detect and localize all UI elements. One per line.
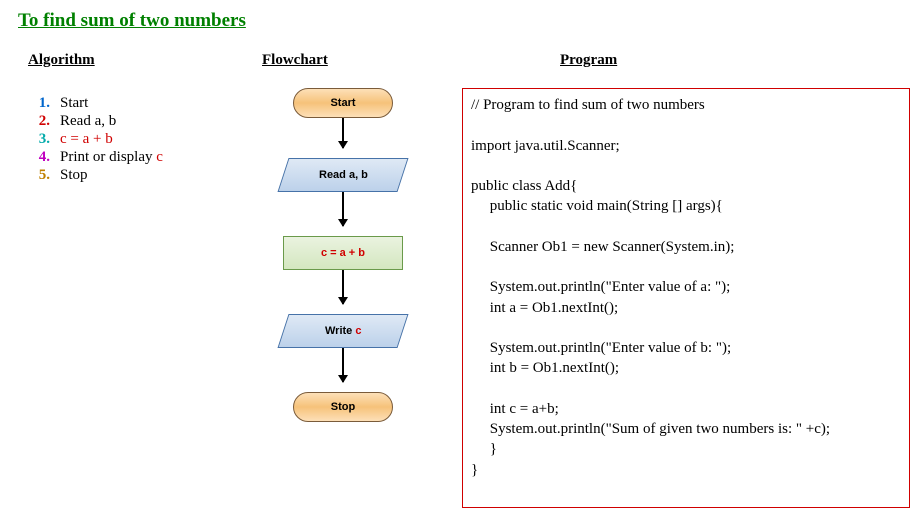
flow-start: Start	[293, 88, 393, 118]
list-item: 4. Print or display c	[28, 149, 163, 166]
arrow-icon	[342, 270, 344, 304]
list-item: 5. Stop	[28, 167, 163, 184]
step-text-red: c = a + b	[60, 131, 113, 147]
program-code-box: // Program to find sum of two numbers im…	[462, 88, 910, 508]
flow-start-label: Start	[330, 97, 355, 109]
flow-process: c = a + b	[283, 236, 403, 270]
page-title: To find sum of two numbers	[18, 10, 905, 32]
columns: Algorithm Flowchart Program 1. Start 2. Re…	[0, 52, 917, 522]
header-algorithm: Algorithm	[28, 52, 95, 69]
flowchart: Start Read a, b c = a + b Write c Stop	[258, 88, 428, 508]
list-item: 2. Read a, b	[28, 113, 163, 130]
flow-output-label: Write c	[325, 325, 361, 337]
algorithm-list: 1. Start 2. Read a, b 3. c = a + b 4. Print …	[28, 94, 163, 185]
step-text: Start	[60, 95, 88, 111]
flow-input-label: Read a, b	[319, 169, 368, 181]
flow-stop: Stop	[293, 392, 393, 422]
step-number: 4.	[28, 149, 50, 166]
flow-stop-label: Stop	[331, 401, 355, 413]
step-number: 1.	[28, 95, 50, 112]
flow-output: Write c	[277, 314, 408, 348]
flow-write-var: c	[355, 325, 361, 337]
arrow-icon	[342, 348, 344, 382]
program-code: // Program to find sum of two numbers im…	[471, 97, 830, 478]
arrow-icon	[342, 192, 344, 226]
step-text: Read a, b	[60, 113, 116, 129]
step-text-red: c	[156, 149, 163, 165]
flow-process-label: c = a + b	[321, 247, 365, 259]
step-number: 2.	[28, 113, 50, 130]
list-item: 3. c = a + b	[28, 131, 163, 148]
step-text: Stop	[60, 167, 88, 183]
flow-input: Read a, b	[277, 158, 408, 192]
step-number: 3.	[28, 131, 50, 148]
page: To find sum of two numbers Algorithm Flo…	[0, 0, 917, 523]
step-text: Print or display	[60, 149, 156, 165]
header-flowchart: Flowchart	[262, 52, 328, 69]
header-program: Program	[560, 52, 617, 69]
step-number: 5.	[28, 167, 50, 184]
arrow-icon	[342, 118, 344, 148]
flow-write-prefix: Write	[325, 325, 355, 337]
list-item: 1. Start	[28, 95, 163, 112]
